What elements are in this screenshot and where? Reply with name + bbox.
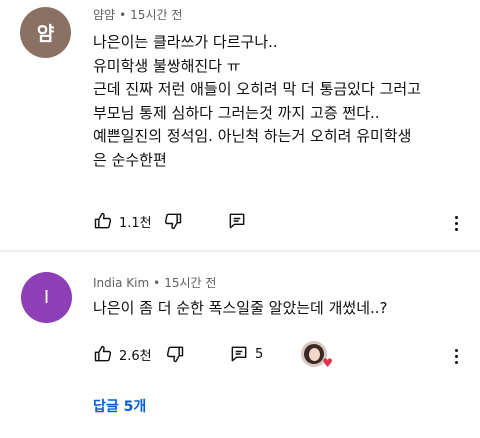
author-name[interactable]: 얌얌	[93, 8, 115, 22]
comment-meta: India Kim • 15시간 전	[93, 274, 216, 291]
reply-button[interactable]: 5	[229, 341, 263, 367]
comment-line: 근데 진짜 저런 애들이 오히려 막 더 통금있다 그러고	[93, 80, 421, 98]
like-count: 1.1천	[119, 215, 152, 231]
avatar[interactable]: I	[21, 272, 72, 323]
more-options-button[interactable]	[446, 212, 466, 234]
more-vertical-icon	[454, 215, 458, 219]
more-vertical-icon	[454, 348, 458, 352]
comment-line: 부모님 통제 심하다 그러는것 까지 고증 쩐다..	[93, 103, 380, 122]
comment: I India Kim • 15시간 전 나은이 좀 더 순한 폭스일줄 알았는데 …	[0, 252, 480, 438]
thumbs-down-icon	[164, 213, 182, 230]
reply-button[interactable]	[227, 208, 247, 234]
avatar-initial: 얌	[36, 23, 55, 45]
comment-actions: 1.1천	[93, 208, 473, 234]
comment-text: 나은이는 클라쓰가 다르구나.. 유미학생 불쌍해진다 ㅠ 근데 진짜 저런 애…	[93, 31, 463, 172]
comment-line: 예쁜일진의 정석임. 아닌척 하는거 오히려 유미학생	[93, 127, 412, 145]
like-button[interactable]: 1.1천	[93, 208, 152, 234]
like-button[interactable]: 2.6천	[93, 341, 152, 367]
comment-line: 나은이는 클라쓰가 다르구나..	[93, 33, 278, 51]
reply-icon	[231, 346, 247, 362]
author-name[interactable]: India Kim	[93, 276, 149, 290]
reply-icon	[229, 213, 245, 229]
more-options-button[interactable]	[446, 345, 466, 367]
thumbs-up-icon	[94, 345, 112, 362]
thumbs-down-icon	[166, 346, 184, 363]
timestamp[interactable]: 15시간 전	[130, 8, 182, 22]
comment-meta: 얌얌 • 15시간 전	[93, 6, 182, 23]
timestamp[interactable]: 15시간 전	[164, 276, 216, 290]
view-replies-link[interactable]: 답글 5개	[93, 396, 146, 416]
like-count: 2.6천	[119, 348, 152, 364]
separator: •	[153, 276, 161, 290]
creator-heart-badge[interactable]: ♥	[301, 341, 333, 369]
thumbs-up-icon	[94, 212, 112, 229]
dislike-button[interactable]	[163, 208, 183, 234]
comment-line: 나은이 좀 더 순한 폭스일줄 알았는데 개썼네..?	[93, 299, 388, 317]
dislike-button[interactable]	[165, 341, 185, 367]
comment: 얌 얌얌 • 15시간 전 나은이는 클라쓰가 다르구나.. 유미학생 불쌍해진다 …	[0, 0, 480, 250]
comment-line: 유미학생 불쌍해진다 ㅠ	[93, 56, 241, 75]
heart-icon: ♥	[322, 356, 333, 370]
separator: •	[119, 8, 127, 22]
comment-text: 나은이 좀 더 순한 폭스일줄 알았는데 개썼네..?	[93, 297, 463, 321]
avatar-initial: I	[43, 287, 50, 308]
avatar[interactable]: 얌	[20, 7, 71, 58]
reply-count: 5	[255, 346, 264, 362]
comment-line: 은 순수한편	[93, 150, 167, 169]
comment-actions: 2.6천 5 ♥	[93, 341, 473, 369]
